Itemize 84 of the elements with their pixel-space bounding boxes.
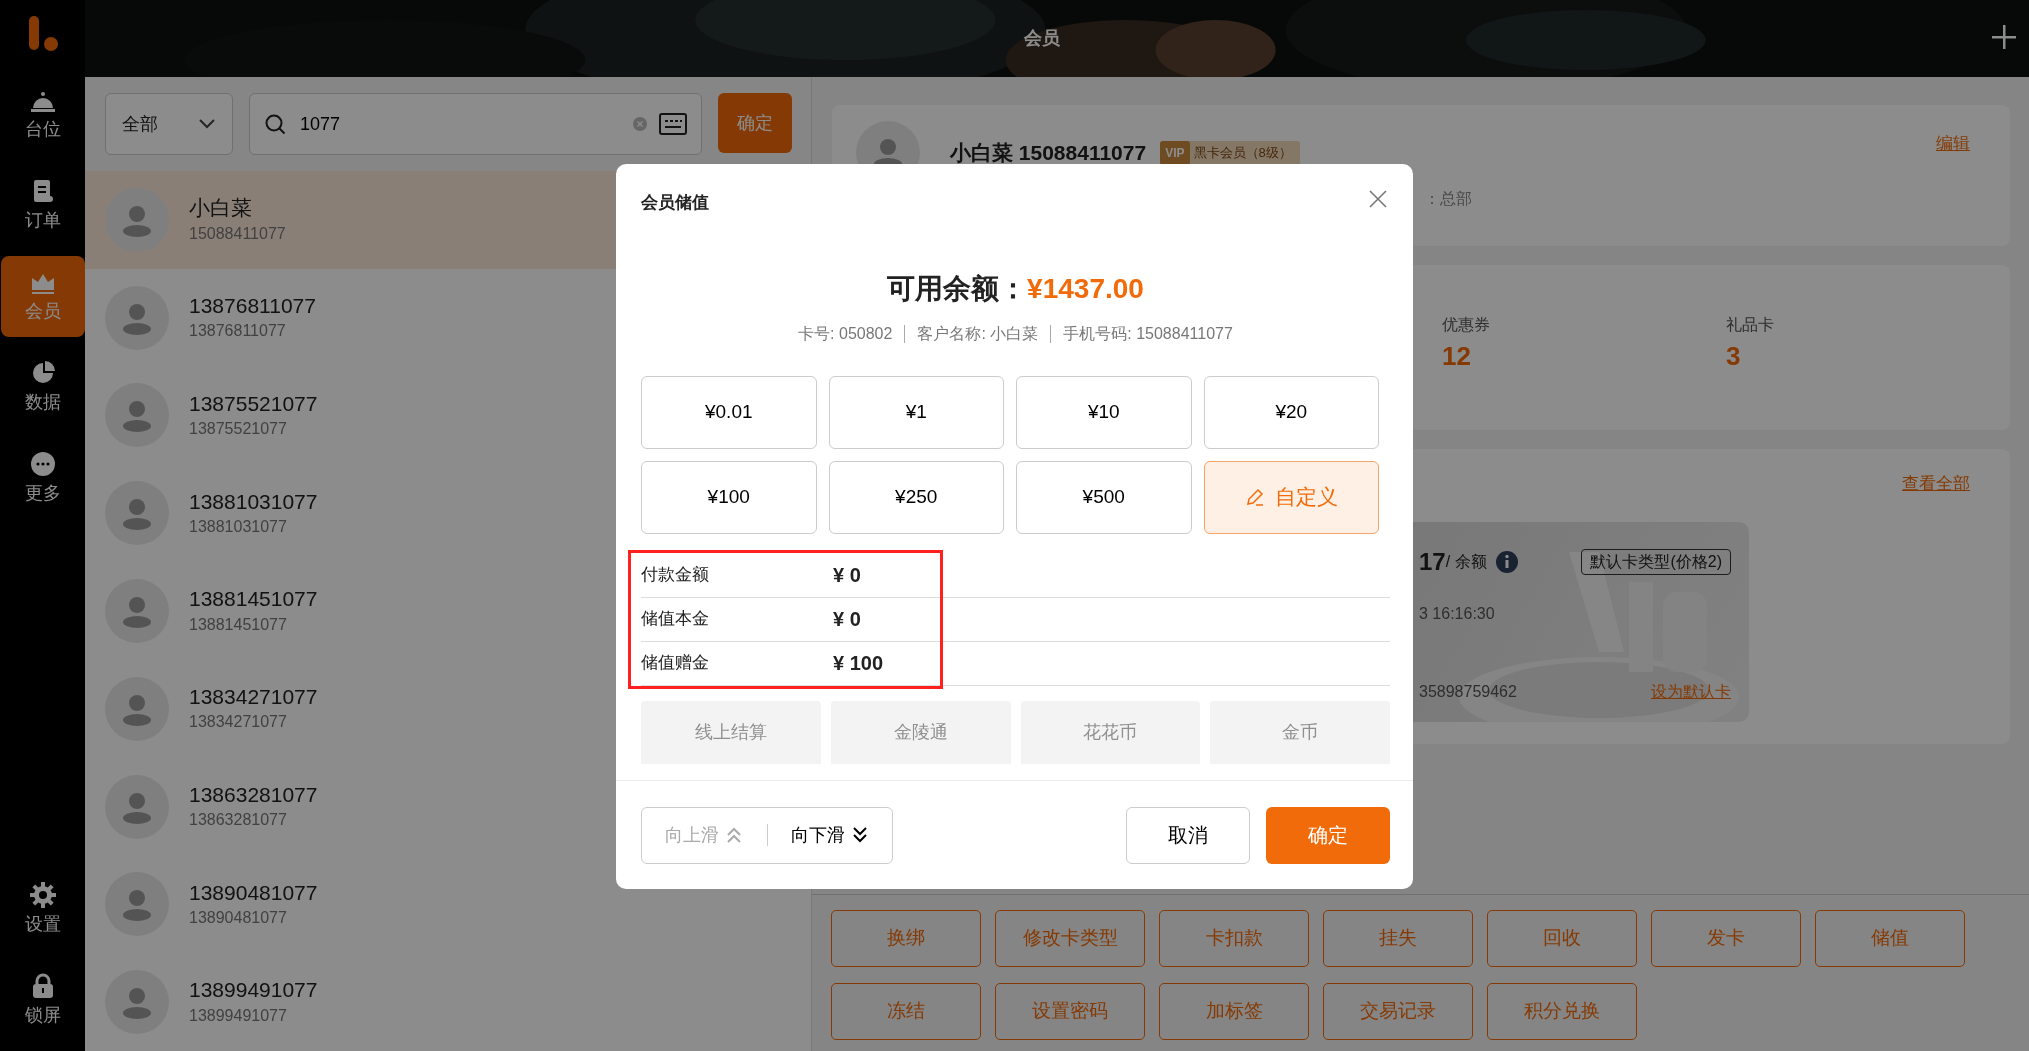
avatar-icon xyxy=(105,872,169,937)
member-name: 小白菜 xyxy=(189,195,253,222)
summary-label: 付款金额 xyxy=(641,564,710,587)
avatar-icon xyxy=(105,383,169,448)
filter-dropdown[interactable]: 全部 xyxy=(105,93,233,155)
sidebar-item[interactable]: 锁屏 xyxy=(0,960,85,1041)
member-name: 13881031077 xyxy=(189,488,318,515)
info-icon xyxy=(1494,550,1519,574)
summary-label: 储值赠金 xyxy=(641,652,710,675)
balance-text: 可用余额：¥1437.00 xyxy=(886,271,1145,306)
vip-badge: VIP 黑卡会员（8级） xyxy=(1160,141,1300,165)
sidebar-item[interactable]: 台位 xyxy=(0,74,85,155)
member-phone: 13875521077 xyxy=(189,419,288,440)
info-text: 卡号: 050802 xyxy=(798,323,893,344)
member-row[interactable]: 13899491077 13899491077 xyxy=(85,953,811,1051)
sidebar-item[interactable]: 更多 xyxy=(0,438,85,519)
member-name: 13899491077 xyxy=(189,977,318,1004)
amount-option[interactable]: ¥10 xyxy=(1016,375,1192,449)
sidebar-item[interactable]: 设置 xyxy=(0,869,85,950)
dialog-title: 会员储值 xyxy=(641,192,709,214)
summary-value: ¥ 100 xyxy=(833,651,884,676)
pencil-icon xyxy=(1244,487,1265,507)
close-icon xyxy=(1369,189,1387,208)
member-phone: 13881451077 xyxy=(189,614,288,635)
plus-icon xyxy=(1991,24,2017,50)
stat-label: 优惠券 xyxy=(1442,315,1491,335)
amount-option[interactable]: ¥0.01 xyxy=(641,375,817,449)
member-name: 13875521077 xyxy=(189,390,318,417)
store-text: ：总部 xyxy=(1424,189,1472,209)
amount-option[interactable]: ¥1 xyxy=(828,375,1004,449)
sidebar-item[interactable]: 数据 xyxy=(0,347,85,428)
search-input[interactable]: 1077 xyxy=(298,109,621,139)
stat-value: 12 xyxy=(1442,340,1472,373)
amount-option[interactable]: ¥20 xyxy=(1203,375,1379,449)
member-phone: 13881031077 xyxy=(189,516,288,537)
more-icon xyxy=(28,450,57,478)
balance-label: / 余额 xyxy=(1445,552,1487,572)
avatar-icon xyxy=(105,970,169,1035)
confirm-button[interactable]: 确定 xyxy=(1266,806,1390,864)
member-name: 13863281077 xyxy=(189,781,318,808)
member-phone: 13876811077 xyxy=(189,321,287,342)
member-phone: 13834271077 xyxy=(189,712,288,733)
stat-value: 3 xyxy=(1726,340,1742,373)
settings-icon xyxy=(28,881,57,909)
member-phone: 13863281077 xyxy=(189,810,288,831)
filter-value: 全部 xyxy=(122,112,158,136)
cancel-button[interactable]: 取消 xyxy=(1126,806,1250,864)
info-text: 客户名称: 小白菜 xyxy=(917,323,1039,344)
member-name: 13876811077 xyxy=(189,293,316,319)
summary-value: ¥ 0 xyxy=(833,607,861,632)
search-icon xyxy=(264,113,286,135)
member-phone: 13890481077 xyxy=(189,908,288,928)
double-chevron-down-icon xyxy=(850,826,869,844)
add-button[interactable] xyxy=(1991,24,2017,50)
member-row[interactable]: 13890481077 13890481077 xyxy=(85,855,811,954)
card-type-tag: 默认卡类型(价格2) xyxy=(1581,549,1731,575)
member-phone: 13899491077 xyxy=(189,1005,288,1026)
avatar-icon xyxy=(105,285,169,350)
page-title: 会员 xyxy=(1024,27,1060,50)
keyboard-icon[interactable] xyxy=(659,113,687,135)
summary-label: 储值本金 xyxy=(641,608,710,631)
info-text: 手机号码: 15088411077 xyxy=(1063,323,1233,344)
scroll-down-button[interactable]: 向下滑 xyxy=(767,820,892,850)
sidebar-item[interactable]: 订单 xyxy=(0,165,85,246)
avatar-icon xyxy=(105,579,169,643)
member-name: 小白菜 15088411077 xyxy=(950,140,1147,167)
stat-label: 礼品卡 xyxy=(1726,315,1775,335)
member-name: 13890481077 xyxy=(189,879,318,906)
amount-option[interactable]: ¥500 xyxy=(1016,460,1192,534)
summary-value: ¥ 0 xyxy=(833,563,861,588)
avatar-icon xyxy=(105,774,169,839)
member-name: 13834271077 xyxy=(189,684,318,711)
card-time: 3 16:16:30 xyxy=(1419,604,1496,624)
chevron-down-icon xyxy=(198,118,216,130)
amount-option[interactable]: ¥250 xyxy=(828,460,1004,534)
amount-option[interactable]: ¥100 xyxy=(641,460,817,534)
member-name: 13881451077 xyxy=(189,586,318,613)
search-field[interactable]: 1077 xyxy=(249,93,702,155)
member-phone: 15088411077 xyxy=(189,223,286,244)
avatar-icon xyxy=(105,676,169,741)
avatar-icon xyxy=(105,481,169,546)
card-number: 35898759462 xyxy=(1419,682,1517,702)
avatar-icon xyxy=(105,187,169,252)
card-balance: 17 xyxy=(1419,547,1446,577)
